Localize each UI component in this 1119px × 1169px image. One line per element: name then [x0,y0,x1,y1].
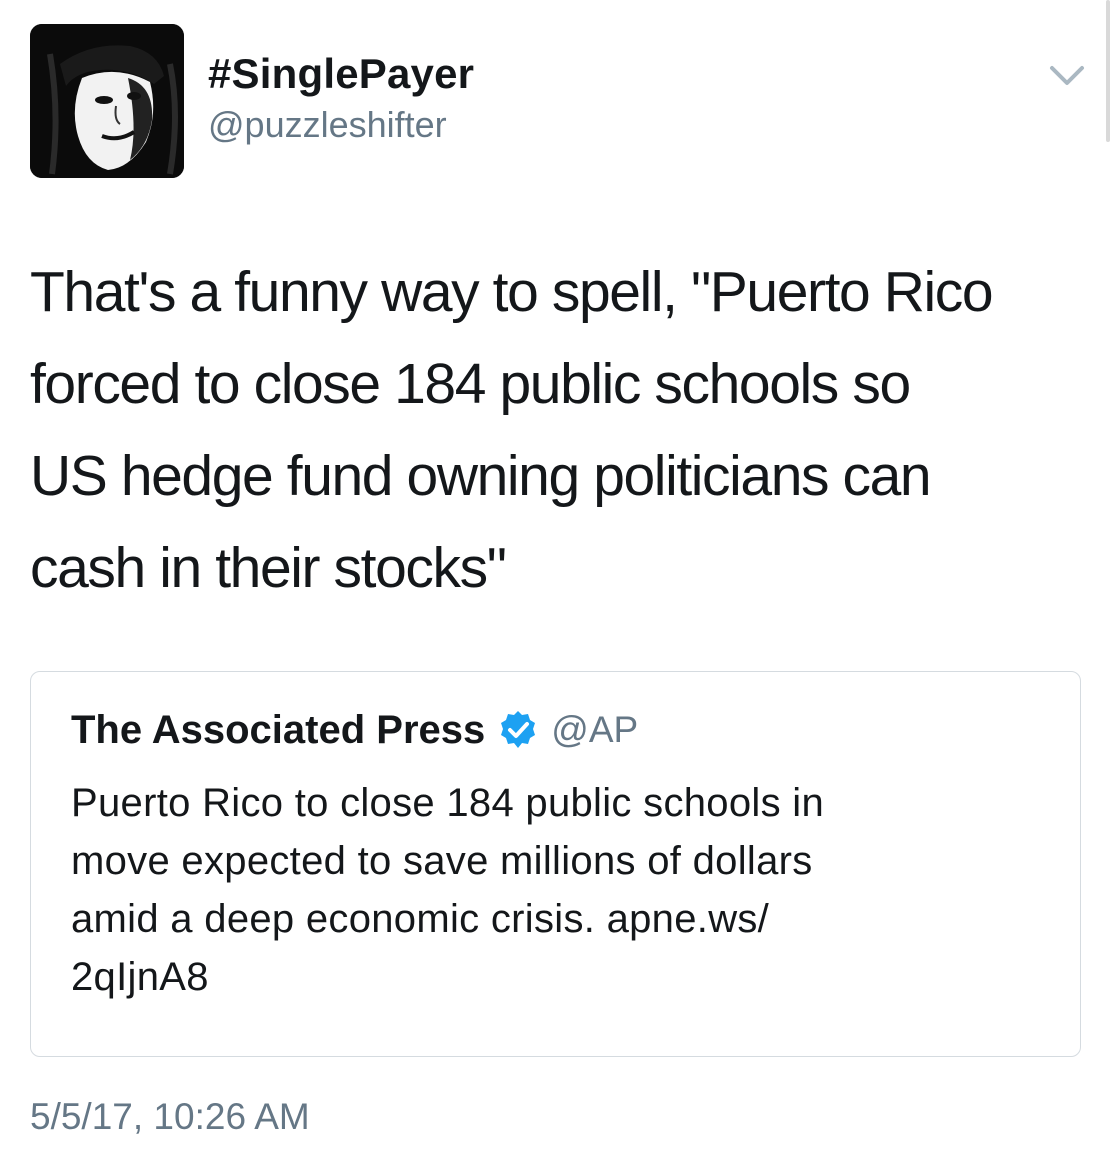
quoted-text-line: Puerto Rico to close 184 public schools … [71,781,825,825]
avatar[interactable] [30,24,184,178]
tweet-text-line: That's a funny way to spell, "Puerto Ric… [30,260,994,324]
quoted-text-line: move expected to save millions of dollar… [71,839,813,883]
tweet-text-line: US hedge fund owning politicians can [30,444,932,508]
scrollbar[interactable] [1106,0,1110,142]
tweet-timestamp[interactable]: 5/5/17, 10:26 AM [30,1096,310,1138]
chevron-down-icon[interactable] [1044,58,1090,94]
quoted-tweet-text: Puerto Rico to close 184 public schools … [71,774,824,1006]
avatar-image [30,24,184,178]
author-display-name[interactable]: #SinglePayer [208,50,474,98]
quoted-text-line: 2qIjnA8 [71,955,209,999]
verified-badge-icon [497,709,539,751]
author-handle[interactable]: @puzzleshifter [208,104,447,146]
quoted-text-line: amid a deep economic crisis. apne.ws/ [71,897,770,941]
tweet-text-line: forced to close 184 public schools so [30,352,911,416]
quoted-tweet-header: The Associated Press @AP [71,706,638,754]
quoted-author-handle: @AP [551,709,639,750]
tweet-text-line: cash in their stocks" [30,536,507,600]
quoted-author-name: The Associated Press [71,707,486,752]
tweet-text: That's a funny way to spell, "Puerto Ric… [30,246,1100,614]
quoted-tweet-card[interactable]: The Associated Press @AP Puerto Rico to … [30,671,1081,1057]
